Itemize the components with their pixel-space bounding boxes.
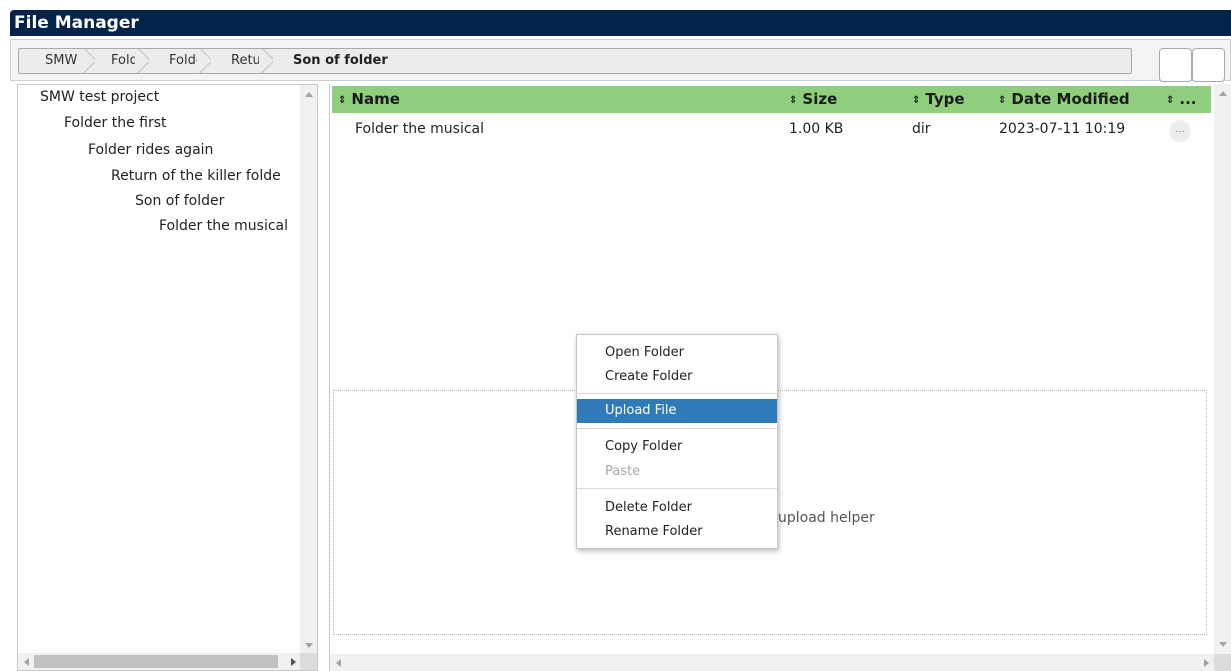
scroll-right-arrow-icon[interactable] [1204,659,1209,667]
folder-tree: SMW test project Folder the first Folder… [17,84,318,671]
tree-item-smw-test-project[interactable]: SMW test project [40,89,159,105]
toolbar-button-1[interactable] [1159,48,1192,82]
context-menu: Open Folder Create Folder Upload File Co… [576,334,778,549]
tree-item-folder-the-musical[interactable]: Folder the musical [159,218,302,234]
breadcrumb-item-folder-the-first[interactable]: Folder the first [95,49,149,73]
menu-item-open-folder[interactable]: Open Folder [577,341,777,365]
tree-horizontal-scrollbar[interactable] [18,653,302,670]
column-header-date-modified[interactable]: ⇕ Date Modified [998,86,1130,114]
scroll-corner [1214,654,1231,671]
breadcrumb: SMW Folder the first Folder rides again … [18,48,1132,74]
menu-item-copy-folder[interactable]: Copy Folder [577,435,777,459]
menu-separator [577,488,777,489]
scroll-right-arrow-icon[interactable] [291,658,296,666]
scroll-left-arrow-icon[interactable] [24,658,29,666]
tree-item-son-of-folder[interactable]: Son of folder [135,193,224,209]
menu-item-rename-folder[interactable]: Rename Folder [577,520,777,544]
scroll-up-arrow-icon[interactable] [305,92,313,97]
tree-scroll-thumb[interactable] [34,655,278,668]
breadcrumb-current: Son of folder [293,53,388,68]
app-title: File Manager [14,13,139,33]
breadcrumb-item-smw[interactable]: SMW [19,49,95,73]
sort-icon: ⇕ [338,95,347,106]
menu-separator [577,393,777,394]
cell-type: dir [912,121,931,137]
scroll-left-arrow-icon[interactable] [336,659,341,667]
sort-icon: ⇕ [789,95,798,106]
scroll-corner [300,653,317,670]
menu-item-delete-folder[interactable]: Delete Folder [577,496,777,520]
breadcrumb-item-folder-rides-again[interactable]: Folder rides again [149,49,211,73]
cell-date-modified: 2023-07-11 10:19 [999,121,1126,137]
sort-icon: ⇕ [912,95,921,106]
cell-size: 1.00 KB [789,121,844,137]
tree-vertical-scrollbar[interactable] [300,85,317,655]
tree-item-folder-rides-again[interactable]: Folder rides again [88,142,213,158]
column-header-size[interactable]: ⇕ Size [789,86,837,114]
row-more-button[interactable]: ... [1169,120,1191,142]
toolbar: SMW Folder the first Folder rides again … [10,39,1231,82]
table-row[interactable]: Folder the musical 1.00 KB dir 2023-07-1… [332,116,1211,142]
pane-horizontal-scrollbar[interactable] [330,654,1215,671]
breadcrumb-item-return-of-the-killer-folder[interactable]: Return of the killer folder [211,49,273,73]
scroll-up-arrow-icon[interactable] [1219,91,1227,96]
file-list-pane: ⇕ Name ⇕ Size ⇕ Type ⇕ Date Modified ⇕... Fo… [329,84,1231,671]
scroll-down-arrow-icon[interactable] [305,643,313,648]
menu-item-paste[interactable]: Paste [577,460,777,484]
column-header-more[interactable]: ⇕... [1166,86,1197,114]
pane-vertical-scrollbar[interactable] [1214,84,1231,654]
menu-item-upload-file[interactable]: Upload File [577,399,777,423]
menu-separator [577,428,777,429]
dropzone-text: upload helper [778,510,875,526]
toolbar-button-2[interactable] [1192,48,1225,82]
cell-name: Folder the musical [355,121,485,137]
app-title-bar: File Manager [10,10,1231,36]
column-header-type[interactable]: ⇕ Type [912,86,965,114]
scroll-down-arrow-icon[interactable] [1219,642,1227,647]
tree-item-folder-the-first[interactable]: Folder the first [64,115,167,131]
sort-icon: ⇕ [998,95,1007,106]
sort-icon: ⇕ [1166,95,1175,106]
column-header-name[interactable]: ⇕ Name [338,86,400,114]
tree-item-return-of-the-killer-folder[interactable]: Return of the killer folde [111,168,302,184]
menu-item-create-folder[interactable]: Create Folder [577,365,777,389]
grid-header: ⇕ Name ⇕ Size ⇕ Type ⇕ Date Modified ⇕... [332,86,1211,113]
